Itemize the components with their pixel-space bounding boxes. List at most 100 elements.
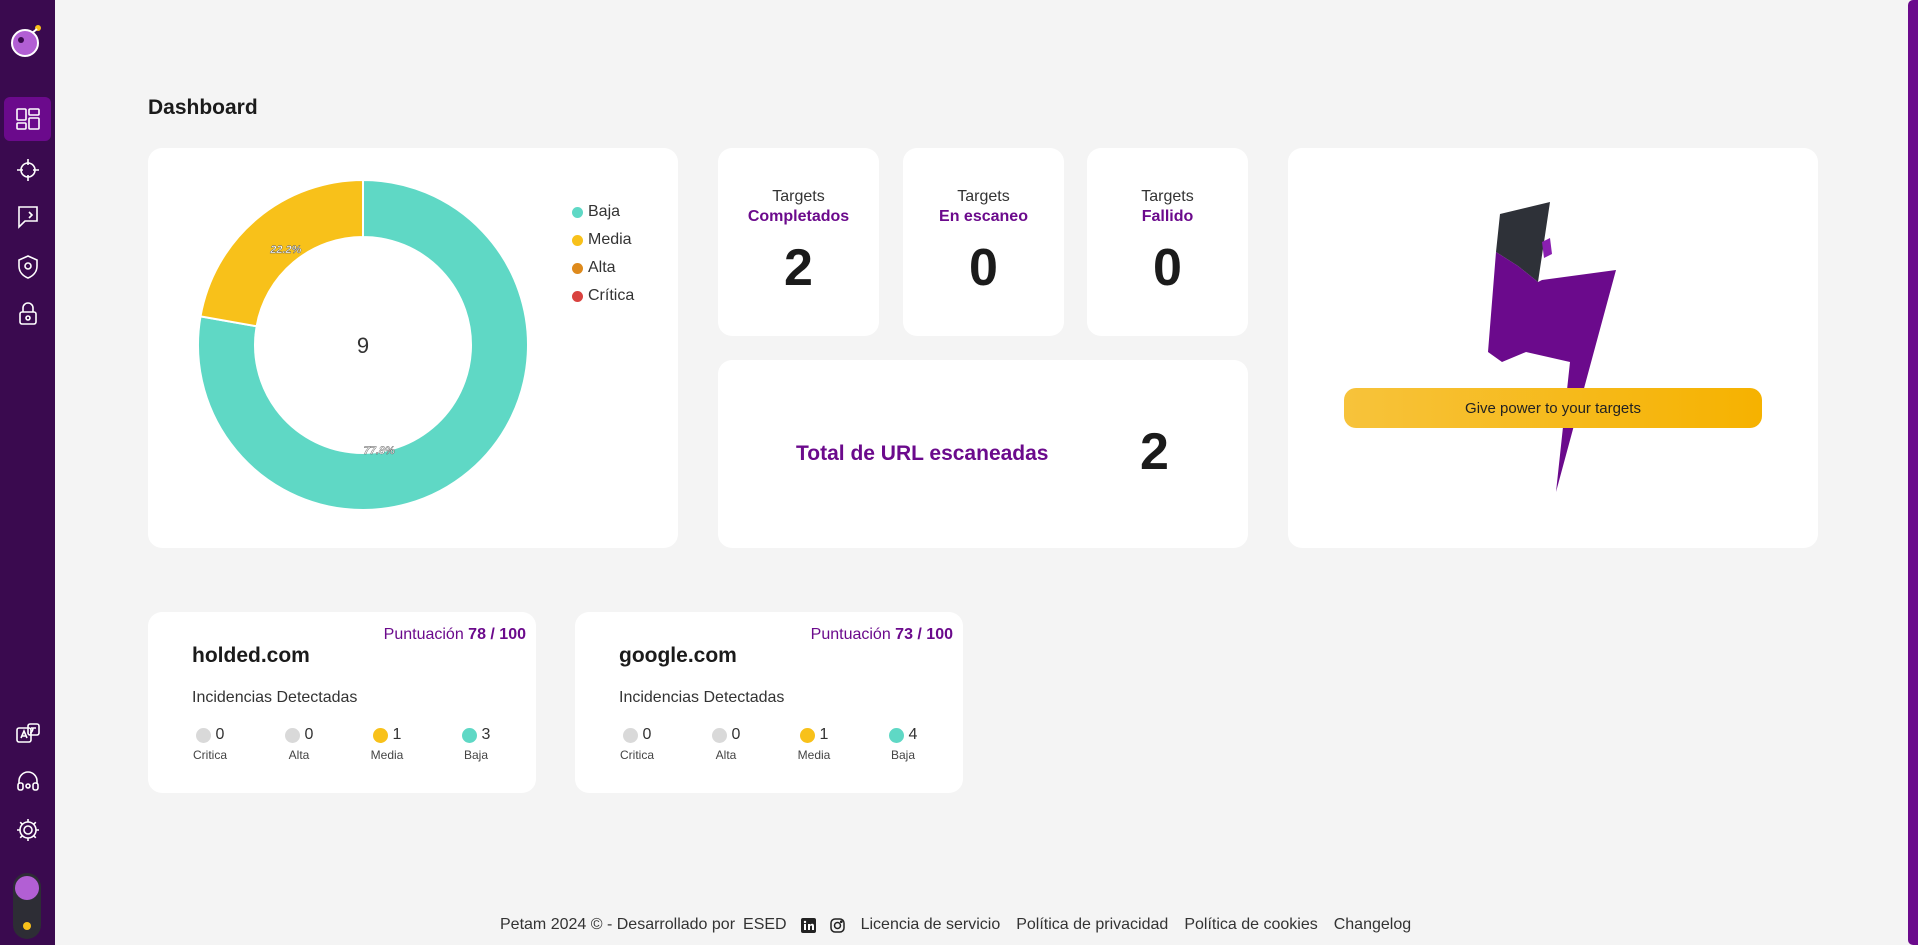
sidebar-item-dashboard[interactable] xyxy=(4,97,51,141)
severity-count: 0 xyxy=(215,726,225,743)
target-score: Puntuación 73 / 100 xyxy=(811,626,953,644)
sidebar-item-settings[interactable] xyxy=(4,808,51,852)
severity-label: Critica xyxy=(192,748,227,762)
shield-icon xyxy=(17,255,38,279)
footer-link-changelog[interactable]: Changelog xyxy=(1334,916,1411,934)
stat-sublabel: Completados xyxy=(747,208,850,225)
severity-dot xyxy=(888,727,904,743)
severity-label: Alta xyxy=(715,748,737,762)
stat-sublabel: En escaneo xyxy=(939,208,1028,225)
severity-label: Alta xyxy=(288,748,310,762)
donut-slice-label: 22.2% xyxy=(269,244,301,256)
severity-count: 0 xyxy=(642,726,652,743)
page-title: Dashboard xyxy=(148,96,258,119)
severity-count: 4 xyxy=(908,726,918,743)
legend-item[interactable]: Baja xyxy=(572,198,634,226)
footer-link-cookies[interactable]: Política de cookies xyxy=(1184,916,1317,934)
severity-count: 0 xyxy=(731,726,741,743)
severity-label: Critica xyxy=(619,748,654,762)
sidebar xyxy=(0,0,55,945)
sidebar-item-support[interactable] xyxy=(4,760,51,804)
legend-item[interactable]: Media xyxy=(572,226,634,254)
headset-icon xyxy=(16,771,39,791)
theme-toggle-knob xyxy=(15,876,39,900)
severity-label: Baja xyxy=(463,748,489,762)
severity-dot xyxy=(711,727,727,743)
target-name[interactable]: holded.com xyxy=(192,644,310,668)
gear-icon xyxy=(16,819,39,841)
severity-dot xyxy=(622,727,638,743)
incidents-label: Incidencias Detectadas xyxy=(192,689,358,706)
translate-icon xyxy=(15,723,40,743)
severity-high: 0 Alta xyxy=(269,726,329,762)
legend-label: Alta xyxy=(588,259,616,276)
stat-value: 2 xyxy=(784,239,813,297)
sidebar-item-language[interactable] xyxy=(4,713,51,757)
sun-icon xyxy=(23,922,31,930)
total-urls-value: 2 xyxy=(1140,423,1169,481)
total-urls-label: Total de URL escaneadas xyxy=(796,442,1049,465)
severity-count: 1 xyxy=(819,726,829,743)
severity-dot xyxy=(195,727,211,743)
sidebar-item-targets[interactable] xyxy=(4,148,51,192)
sidebar-item-lock[interactable] xyxy=(4,292,51,336)
legend-dot xyxy=(572,206,583,218)
stat-value: 0 xyxy=(1153,239,1182,297)
severity-count: 0 xyxy=(304,726,314,743)
legend-label: Baja xyxy=(588,203,621,220)
footer-copyright: Petam 2024 © - Desarrollado por xyxy=(500,916,736,933)
lock-icon xyxy=(18,302,37,325)
legend-dot xyxy=(572,262,583,274)
donut-slice-label: 77.8% xyxy=(364,445,395,457)
target-score: Puntuación 78 / 100 xyxy=(384,626,526,644)
stat-card-scanning: Targets En escaneo 0 xyxy=(903,148,1064,336)
stat-label: Targets xyxy=(772,188,825,205)
target-card[interactable]: Puntuación 73 / 100 google.com Incidenci… xyxy=(575,612,963,793)
severity-medium: 1 Media xyxy=(784,726,844,762)
sidebar-item-reports[interactable] xyxy=(4,195,51,239)
legend-dot xyxy=(572,234,583,246)
severity-dot xyxy=(372,727,388,743)
severity-high: 0 Alta xyxy=(696,726,756,762)
severity-dot xyxy=(284,727,300,743)
score-label: Puntuación xyxy=(810,626,891,643)
severity-chart-card: 77.8% 22.2% 9 Baja Media Alta Crítica xyxy=(148,148,678,548)
footer-link-license[interactable]: Licencia de servicio xyxy=(861,916,1001,934)
stat-card-failed: Targets Fallido 0 xyxy=(1087,148,1248,336)
footer-link-privacy[interactable]: Política de privacidad xyxy=(1016,916,1168,934)
stat-card-completed: Targets Completados 2 xyxy=(718,148,879,336)
crosshair-icon xyxy=(16,159,39,181)
severity-count: 3 xyxy=(481,726,491,743)
sidebar-item-security[interactable] xyxy=(4,245,51,289)
legend-item[interactable]: Alta xyxy=(572,254,634,282)
severity-dot xyxy=(461,727,477,743)
donut-center-value: 9 xyxy=(357,333,369,358)
score-value: 78 / 100 xyxy=(468,626,526,643)
give-power-button[interactable]: Give power to your targets xyxy=(1344,388,1762,428)
stat-label: Targets xyxy=(1141,188,1194,205)
scrollbar[interactable] xyxy=(1908,0,1918,945)
stat-label: Targets xyxy=(957,188,1010,205)
severity-label: Baja xyxy=(890,748,916,762)
target-card[interactable]: Puntuación 78 / 100 holded.com Incidenci… xyxy=(148,612,536,793)
stat-value: 0 xyxy=(969,239,998,297)
dashboard-icon xyxy=(15,108,40,130)
score-label: Puntuación xyxy=(383,626,464,643)
legend-item[interactable]: Crítica xyxy=(572,282,634,310)
legend-dot xyxy=(572,290,583,302)
score-value: 73 / 100 xyxy=(895,626,953,643)
severity-donut-chart: 77.8% 22.2% 9 xyxy=(198,180,528,510)
instagram-icon[interactable] xyxy=(829,917,845,933)
logo-icon[interactable] xyxy=(10,24,44,58)
stat-sublabel: Fallido xyxy=(1141,208,1194,225)
power-card: Give power to your targets xyxy=(1288,148,1818,548)
linkedin-icon[interactable] xyxy=(800,917,816,933)
legend-label: Media xyxy=(588,231,632,248)
severity-label: Media xyxy=(797,748,831,762)
footer: Petam 2024 © - Desarrollado por ESED Lic… xyxy=(500,915,1411,935)
target-name[interactable]: google.com xyxy=(619,644,737,668)
severity-dot xyxy=(799,727,815,743)
theme-toggle[interactable] xyxy=(13,873,41,939)
footer-company: ESED xyxy=(743,916,787,933)
incidents-label: Incidencias Detectadas xyxy=(619,689,785,706)
